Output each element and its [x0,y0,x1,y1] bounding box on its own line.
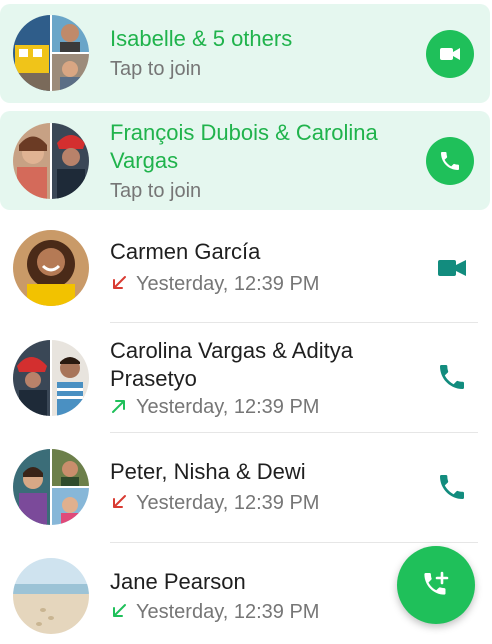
call-name: François Dubois & Carolina Vargas [110,120,378,173]
add-call-icon [424,571,449,595]
contact-avatar [13,558,89,634]
call-name: Peter, Nisha & Dewi [110,459,306,484]
call-time: Yesterday, 12:39 PM [136,396,320,418]
video-call-button[interactable] [436,252,468,284]
call-subtitle: Yesterday, 12:39 PM [110,491,319,515]
call-time: Yesterday, 12:39 PM [136,492,320,514]
contact-avatar-image [13,558,89,634]
group-avatar [13,340,89,416]
join-voice-call-button[interactable] [426,137,474,185]
contact-avatar-image [13,230,89,306]
call-name: Isabelle & 5 others [110,26,293,51]
contact-avatar [13,230,89,306]
video-icon [438,260,466,276]
new-call-button[interactable] [397,546,475,624]
group-avatar-image [13,15,89,91]
call-row-peter-nisha-dewi[interactable]: Peter, Nisha & Dewi Yesterday, 12:39 PM [0,433,492,542]
phone-icon [440,475,464,499]
active-call-row-francois[interactable]: François Dubois & Carolina Vargas Tap to… [0,111,490,210]
call-subtitle: Yesterday, 12:39 PM [110,600,319,624]
missed-call-arrow-icon [110,274,128,292]
call-name: Carmen García [110,239,261,264]
voice-call-button[interactable] [436,471,468,503]
call-time: Yesterday, 12:39 PM [136,601,320,623]
voice-call-button[interactable] [436,361,468,393]
outgoing-call-arrow-icon [110,397,128,415]
call-subtitle: Yesterday, 12:39 PM [110,272,319,296]
call-subtitle: Tap to join [110,180,202,202]
video-icon [440,48,460,60]
phone-icon [440,365,464,389]
active-call-row-isabelle[interactable]: Isabelle & 5 others Tap to join [0,4,490,103]
call-subtitle: Tap to join [110,58,202,80]
group-avatar-image [13,340,89,416]
missed-call-arrow-icon [110,493,128,511]
call-subtitle: Yesterday, 12:39 PM [110,395,319,419]
call-name: Carolina Vargas & Aditya Prasetyo [110,338,353,391]
call-row-carmen[interactable]: Carmen García Yesterday, 12:39 PM [0,218,492,322]
call-name: Jane Pearson [110,569,246,594]
group-avatar [13,449,89,525]
join-video-call-button[interactable] [426,30,474,78]
call-time: Yesterday, 12:39 PM [136,273,320,295]
phone-icon [441,152,459,170]
call-row-carolina-aditya[interactable]: Carolina Vargas & Aditya Prasetyo Yester… [0,323,492,432]
group-avatar-image [13,449,89,525]
incoming-call-arrow-icon [110,602,128,620]
group-avatar [13,123,89,199]
group-avatar [13,15,89,91]
group-avatar-image [13,123,89,199]
